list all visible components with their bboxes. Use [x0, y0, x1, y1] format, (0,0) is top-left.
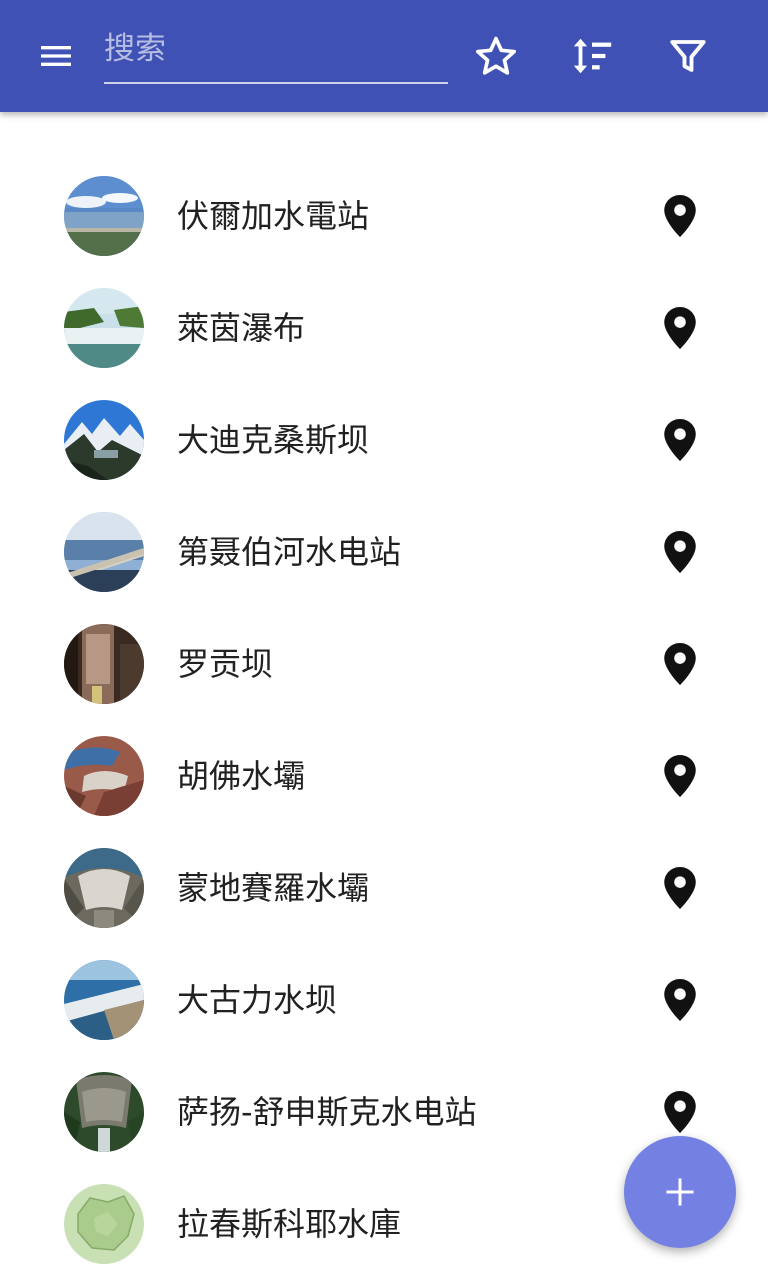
item-thumbnail: [64, 624, 144, 704]
item-name: 罗贡坝: [177, 645, 274, 683]
show-on-map-button[interactable]: [656, 972, 704, 1028]
list-item[interactable]: 第聂伯河水电站: [0, 496, 768, 608]
item-thumbnail: [64, 848, 144, 928]
map-pin-icon: [664, 195, 696, 237]
item-thumbnail: [64, 176, 144, 256]
item-thumbnail: [64, 736, 144, 816]
item-thumbnail: [64, 1184, 144, 1264]
plus-icon: [666, 1178, 694, 1206]
map-pin-icon: [664, 755, 696, 797]
item-name: 拉春斯科耶水庫: [177, 1205, 402, 1243]
item-name: 第聂伯河水电站: [177, 533, 402, 571]
show-on-map-button[interactable]: [656, 1084, 704, 1140]
star-outline-icon: [476, 36, 516, 75]
map-pin-icon: [664, 419, 696, 461]
sort-icon: [573, 38, 612, 74]
item-name: 蒙地賽羅水壩: [177, 869, 370, 907]
map-pin-icon: [664, 307, 696, 349]
item-name: 伏爾加水電站: [177, 197, 370, 235]
sort-button[interactable]: [560, 24, 624, 88]
favorites-button[interactable]: [464, 24, 528, 88]
top-app-bar: [0, 0, 768, 112]
show-on-map-button[interactable]: [656, 188, 704, 244]
item-name: 大古力水坝: [177, 981, 338, 1019]
search-field[interactable]: [104, 22, 448, 84]
menu-button[interactable]: [24, 24, 88, 88]
show-on-map-button[interactable]: [656, 860, 704, 916]
list-item[interactable]: 伏爾加水電站: [0, 160, 768, 272]
show-on-map-button[interactable]: [656, 636, 704, 692]
map-pin-icon: [664, 643, 696, 685]
item-name: 胡佛水壩: [177, 757, 306, 795]
show-on-map-button[interactable]: [656, 412, 704, 468]
list-item[interactable]: 罗贡坝: [0, 608, 768, 720]
search-input[interactable]: [104, 22, 448, 76]
item-thumbnail: [64, 1072, 144, 1152]
filter-button[interactable]: [656, 24, 720, 88]
map-pin-icon: [664, 531, 696, 573]
app-screen: 伏爾加水電站 萊茵瀑布: [0, 0, 768, 1280]
list-item[interactable]: 大古力水坝: [0, 944, 768, 1056]
dam-list: 伏爾加水電站 萊茵瀑布 大迪克桑斯坝 第聂伯河水电站 罗贡坝 胡佛水壩 蒙地賽羅…: [0, 160, 768, 1280]
list-item[interactable]: 蒙地賽羅水壩: [0, 832, 768, 944]
map-pin-icon: [664, 1091, 696, 1133]
item-name: 萊茵瀑布: [177, 309, 306, 347]
item-thumbnail: [64, 400, 144, 480]
show-on-map-button[interactable]: [656, 748, 704, 804]
show-on-map-button[interactable]: [656, 300, 704, 356]
item-thumbnail: [64, 960, 144, 1040]
item-thumbnail: [64, 288, 144, 368]
map-pin-icon: [664, 867, 696, 909]
map-pin-icon: [664, 979, 696, 1021]
filter-icon: [670, 40, 706, 72]
show-on-map-button[interactable]: [656, 524, 704, 580]
add-button[interactable]: [624, 1136, 736, 1248]
menu-icon: [41, 46, 71, 66]
item-name: 萨扬-舒申斯克水电站: [177, 1093, 477, 1131]
list-item[interactable]: 大迪克桑斯坝: [0, 384, 768, 496]
list-item[interactable]: 萊茵瀑布: [0, 272, 768, 384]
list-item[interactable]: 胡佛水壩: [0, 720, 768, 832]
item-thumbnail: [64, 512, 144, 592]
item-name: 大迪克桑斯坝: [177, 421, 370, 459]
